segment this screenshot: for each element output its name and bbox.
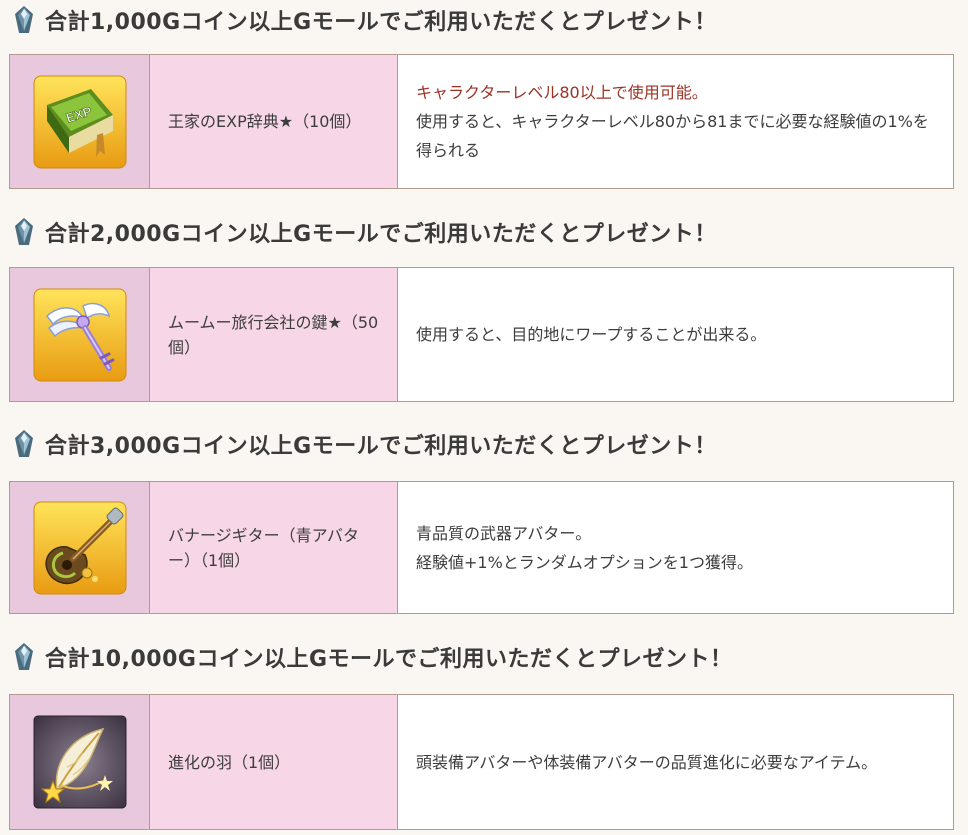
section-heading: 合計1,000Gコイン以上Gモールでご利用いただくとプレゼント！ [14, 0, 717, 40]
section-heading: 合計2,000Gコイン以上Gモールでご利用いただくとプレゼント！ [14, 212, 717, 252]
gem-icon [15, 430, 33, 457]
gem-icon [15, 218, 33, 245]
item-description-line: 使用すると、キャラクターレベル80から81までに必要な経験値の1%を得られる [416, 112, 929, 160]
item-description-line: 経験値+1%とランダムオプションを1つ獲得。 [416, 552, 753, 572]
item-description: キャラクターレベル80以上で使用可能。 使用すると、キャラクターレベル80から8… [398, 55, 953, 188]
reward-row: ムームー旅行会社の鍵★（50個） 使用すると、目的地にワープすることが出来る。 [9, 267, 954, 402]
section-heading-text: 合計3,000Gコイン以上Gモールでご利用いただくとプレゼント！ [45, 434, 717, 459]
section-heading-text: 合計1,000Gコイン以上Gモールでご利用いただくとプレゼント！ [45, 10, 717, 35]
item-description: 頭装備アバターや体装備アバターの品質進化に必要なアイテム。 [398, 695, 953, 829]
reward-row: バナージギター（青アバター）（1個） 青品質の武器アバター。 経験値+1%とラン… [9, 481, 954, 614]
section-heading: 合計10,000Gコイン以上Gモールでご利用いただくとプレゼント！ [14, 637, 733, 677]
item-description-line: 使用すると、目的地にワープすることが出来る。 [416, 325, 767, 344]
winged-key-icon [33, 288, 126, 381]
item-icon-cell [10, 268, 150, 401]
reward-page: 合計1,000Gコイン以上Gモールでご利用いただくとプレゼント！ EXP 王家の… [0, 0, 968, 835]
item-requirement: キャラクターレベル80以上で使用可能。 [416, 83, 708, 102]
item-name: ムームー旅行会社の鍵★（50個） [150, 268, 398, 401]
item-description-line: 青品質の武器アバター。 [416, 523, 592, 543]
gem-icon [15, 6, 33, 33]
item-icon-cell [10, 482, 150, 613]
gem-icon [15, 643, 33, 670]
section-heading-text: 合計2,000Gコイン以上Gモールでご利用いただくとプレゼント！ [45, 222, 717, 247]
item-name: 王家のEXP辞典★（10個） [150, 55, 398, 188]
item-description: 青品質の武器アバター。 経験値+1%とランダムオプションを1つ獲得。 [398, 482, 953, 613]
item-description: 使用すると、目的地にワープすることが出来る。 [398, 268, 953, 401]
section-heading-text: 合計10,000Gコイン以上Gモールでご利用いただくとプレゼント！ [45, 647, 733, 672]
item-icon-cell [10, 695, 150, 829]
item-name: バナージギター（青アバター）（1個） [150, 482, 398, 613]
item-icon-cell: EXP [10, 55, 150, 188]
reward-row: 進化の羽（1個） 頭装備アバターや体装備アバターの品質進化に必要なアイテム。 [9, 694, 954, 830]
item-name: 進化の羽（1個） [150, 695, 398, 829]
reward-row: EXP 王家のEXP辞典★（10個） キャラクターレベル80以上で使用可能。 使… [9, 54, 954, 189]
item-description-line: 頭装備アバターや体装備アバターの品質進化に必要なアイテム。 [416, 752, 878, 772]
feather-icon [33, 715, 126, 809]
section-heading: 合計3,000Gコイン以上Gモールでご利用いただくとプレゼント！ [14, 424, 717, 464]
guitar-icon [33, 501, 126, 594]
exp-book-icon: EXP [33, 75, 126, 168]
